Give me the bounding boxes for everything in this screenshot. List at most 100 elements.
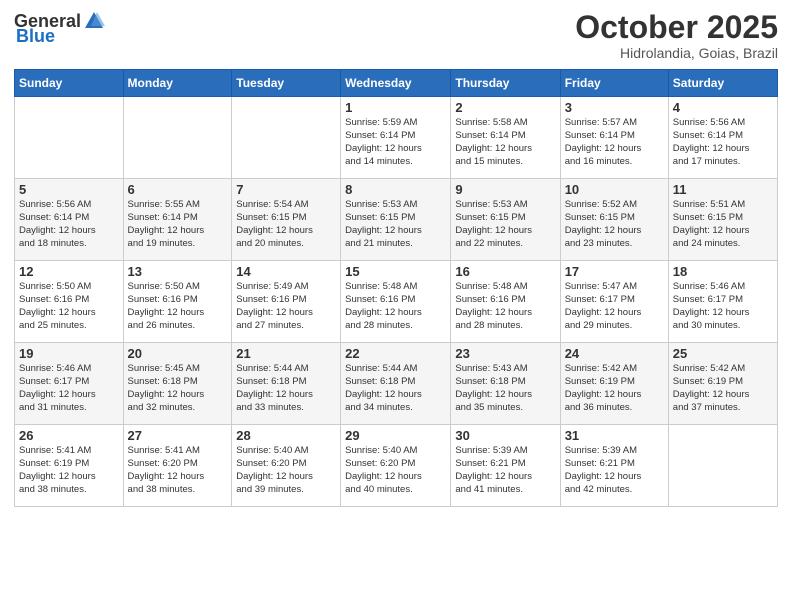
day-number: 13 <box>128 264 228 279</box>
day-number: 8 <box>345 182 446 197</box>
logo-blue: Blue <box>16 26 55 47</box>
day-number: 17 <box>565 264 664 279</box>
calendar-week-row: 26 Sunrise: 5:41 AMSunset: 6:19 PMDayligh… <box>15 425 778 507</box>
day-info: Sunrise: 5:39 AMSunset: 6:21 PMDaylight:… <box>455 445 555 496</box>
day-info: Sunrise: 5:44 AMSunset: 6:18 PMDaylight:… <box>345 363 446 414</box>
calendar-day-cell: 14 Sunrise: 5:49 AMSunset: 6:16 PMDayligh… <box>232 261 341 343</box>
day-number: 19 <box>19 346 119 361</box>
calendar-day-cell: 4 Sunrise: 5:56 AMSunset: 6:14 PMDaylight… <box>668 97 777 179</box>
calendar-day-cell: 9 Sunrise: 5:53 AMSunset: 6:15 PMDaylight… <box>451 179 560 261</box>
day-number: 29 <box>345 428 446 443</box>
day-number: 26 <box>19 428 119 443</box>
day-number: 11 <box>673 182 773 197</box>
calendar-day-cell: 8 Sunrise: 5:53 AMSunset: 6:15 PMDaylight… <box>341 179 451 261</box>
calendar-day-cell: 11 Sunrise: 5:51 AMSunset: 6:15 PMDayligh… <box>668 179 777 261</box>
calendar-day-cell: 10 Sunrise: 5:52 AMSunset: 6:15 PMDayligh… <box>560 179 668 261</box>
day-info: Sunrise: 5:40 AMSunset: 6:20 PMDaylight:… <box>236 445 336 496</box>
day-number: 22 <box>345 346 446 361</box>
day-number: 28 <box>236 428 336 443</box>
day-info: Sunrise: 5:58 AMSunset: 6:14 PMDaylight:… <box>455 117 555 168</box>
calendar-day-cell: 16 Sunrise: 5:48 AMSunset: 6:16 PMDayligh… <box>451 261 560 343</box>
day-number: 12 <box>19 264 119 279</box>
calendar-week-row: 1 Sunrise: 5:59 AMSunset: 6:14 PMDaylight… <box>15 97 778 179</box>
calendar-day-cell: 17 Sunrise: 5:47 AMSunset: 6:17 PMDayligh… <box>560 261 668 343</box>
day-number: 14 <box>236 264 336 279</box>
weekday-header: Thursday <box>451 70 560 97</box>
day-number: 16 <box>455 264 555 279</box>
weekday-header: Wednesday <box>341 70 451 97</box>
day-info: Sunrise: 5:53 AMSunset: 6:15 PMDaylight:… <box>455 199 555 250</box>
calendar-day-cell: 23 Sunrise: 5:43 AMSunset: 6:18 PMDayligh… <box>451 343 560 425</box>
day-info: Sunrise: 5:50 AMSunset: 6:16 PMDaylight:… <box>19 281 119 332</box>
day-info: Sunrise: 5:45 AMSunset: 6:18 PMDaylight:… <box>128 363 228 414</box>
day-info: Sunrise: 5:46 AMSunset: 6:17 PMDaylight:… <box>19 363 119 414</box>
calendar-day-cell: 27Sunrise: 5:41 AMSunset: 6:20 PMDayligh… <box>123 425 232 507</box>
calendar-day-cell <box>232 97 341 179</box>
calendar-day-cell: 31 Sunrise: 5:39 AMSunset: 6:21 PMDayligh… <box>560 425 668 507</box>
day-number: 2 <box>455 100 555 115</box>
day-number: 9 <box>455 182 555 197</box>
day-number: 31 <box>565 428 664 443</box>
day-number: 4 <box>673 100 773 115</box>
calendar-day-cell: 2 Sunrise: 5:58 AMSunset: 6:14 PMDaylight… <box>451 97 560 179</box>
day-info: Sunrise: 5:52 AMSunset: 6:15 PMDaylight:… <box>565 199 664 250</box>
calendar-day-cell: 21Sunrise: 5:44 AMSunset: 6:18 PMDayligh… <box>232 343 341 425</box>
calendar-day-cell: 3 Sunrise: 5:57 AMSunset: 6:14 PMDaylight… <box>560 97 668 179</box>
day-info: Sunrise: 5:54 AMSunset: 6:15 PMDaylight:… <box>236 199 336 250</box>
day-info: Sunrise: 5:47 AMSunset: 6:17 PMDaylight:… <box>565 281 664 332</box>
day-number: 24 <box>565 346 664 361</box>
page-container: General Blue October 2025 Hidrolandia, G… <box>0 0 792 517</box>
day-info: Sunrise: 5:46 AMSunset: 6:17 PMDaylight:… <box>673 281 773 332</box>
calendar-week-row: 12 Sunrise: 5:50 AMSunset: 6:16 PMDayligh… <box>15 261 778 343</box>
calendar-day-cell: 18 Sunrise: 5:46 AMSunset: 6:17 PMDayligh… <box>668 261 777 343</box>
day-info: Sunrise: 5:50 AMSunset: 6:16 PMDaylight:… <box>128 281 228 332</box>
day-number: 25 <box>673 346 773 361</box>
calendar-day-cell: 22 Sunrise: 5:44 AMSunset: 6:18 PMDayligh… <box>341 343 451 425</box>
calendar-day-cell <box>668 425 777 507</box>
day-info: Sunrise: 5:44 AMSunset: 6:18 PMDaylight:… <box>236 363 336 414</box>
calendar-day-cell: 25 Sunrise: 5:42 AMSunset: 6:19 PMDayligh… <box>668 343 777 425</box>
title-block: October 2025 Hidrolandia, Goias, Brazil <box>575 10 778 61</box>
weekday-header: Friday <box>560 70 668 97</box>
day-info: Sunrise: 5:42 AMSunset: 6:19 PMDaylight:… <box>673 363 773 414</box>
calendar-day-cell: 13 Sunrise: 5:50 AMSunset: 6:16 PMDayligh… <box>123 261 232 343</box>
calendar-day-cell <box>123 97 232 179</box>
weekday-header: Monday <box>123 70 232 97</box>
calendar-day-cell: 15 Sunrise: 5:48 AMSunset: 6:16 PMDayligh… <box>341 261 451 343</box>
day-number: 3 <box>565 100 664 115</box>
weekday-header: Sunday <box>15 70 124 97</box>
day-number: 27 <box>128 428 228 443</box>
day-number: 10 <box>565 182 664 197</box>
day-info: Sunrise: 5:48 AMSunset: 6:16 PMDaylight:… <box>455 281 555 332</box>
day-number: 30 <box>455 428 555 443</box>
logo-icon <box>83 10 105 32</box>
calendar-day-cell: 19 Sunrise: 5:46 AMSunset: 6:17 PMDayligh… <box>15 343 124 425</box>
logo: General Blue <box>14 10 105 47</box>
day-number: 7 <box>236 182 336 197</box>
day-info: Sunrise: 5:56 AMSunset: 6:14 PMDaylight:… <box>673 117 773 168</box>
day-info: Sunrise: 5:49 AMSunset: 6:16 PMDaylight:… <box>236 281 336 332</box>
calendar-day-cell: 29Sunrise: 5:40 AMSunset: 6:20 PMDayligh… <box>341 425 451 507</box>
day-info: Sunrise: 5:53 AMSunset: 6:15 PMDaylight:… <box>345 199 446 250</box>
calendar-day-cell: 20Sunrise: 5:45 AMSunset: 6:18 PMDayligh… <box>123 343 232 425</box>
day-number: 6 <box>128 182 228 197</box>
day-info: Sunrise: 5:59 AMSunset: 6:14 PMDaylight:… <box>345 117 446 168</box>
day-number: 15 <box>345 264 446 279</box>
calendar-day-cell: 26 Sunrise: 5:41 AMSunset: 6:19 PMDayligh… <box>15 425 124 507</box>
day-info: Sunrise: 5:48 AMSunset: 6:16 PMDaylight:… <box>345 281 446 332</box>
day-info: Sunrise: 5:39 AMSunset: 6:21 PMDaylight:… <box>565 445 664 496</box>
calendar-day-cell: 28 Sunrise: 5:40 AMSunset: 6:20 PMDayligh… <box>232 425 341 507</box>
calendar-day-cell: 7 Sunrise: 5:54 AMSunset: 6:15 PMDaylight… <box>232 179 341 261</box>
day-number: 23 <box>455 346 555 361</box>
day-info: Sunrise: 5:51 AMSunset: 6:15 PMDaylight:… <box>673 199 773 250</box>
weekday-header: Saturday <box>668 70 777 97</box>
day-info: Sunrise: 5:57 AMSunset: 6:14 PMDaylight:… <box>565 117 664 168</box>
calendar-day-cell: 30 Sunrise: 5:39 AMSunset: 6:21 PMDayligh… <box>451 425 560 507</box>
day-info: Sunrise: 5:41 AMSunset: 6:19 PMDaylight:… <box>19 445 119 496</box>
calendar-day-cell: 12 Sunrise: 5:50 AMSunset: 6:16 PMDayligh… <box>15 261 124 343</box>
calendar-day-cell <box>15 97 124 179</box>
day-number: 1 <box>345 100 446 115</box>
day-info: Sunrise: 5:43 AMSunset: 6:18 PMDaylight:… <box>455 363 555 414</box>
day-info: Sunrise: 5:55 AMSunset: 6:14 PMDaylight:… <box>128 199 228 250</box>
day-number: 18 <box>673 264 773 279</box>
